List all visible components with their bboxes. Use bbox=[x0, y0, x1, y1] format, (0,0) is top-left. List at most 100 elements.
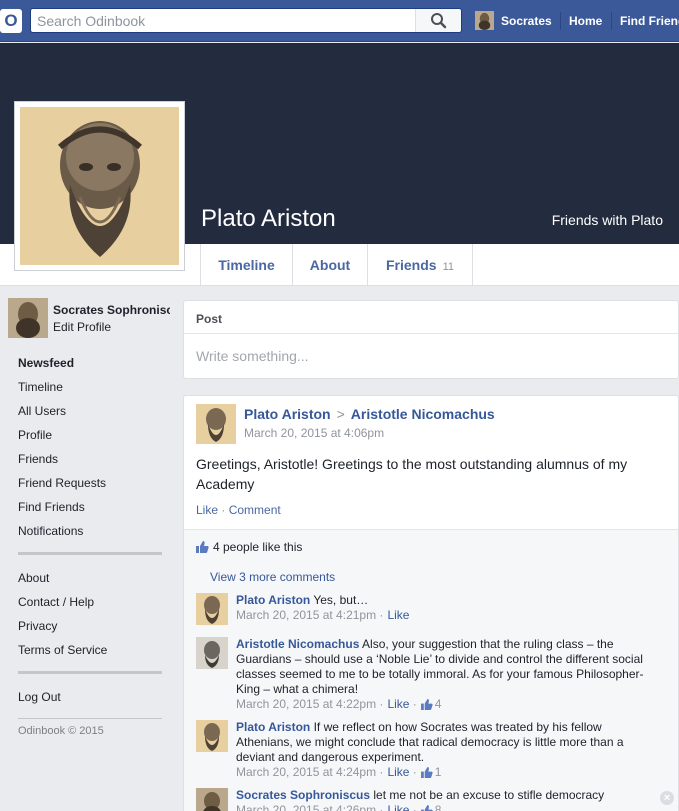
separator: · bbox=[409, 697, 417, 711]
comment-author-link[interactable]: Aristotle Nicomachus bbox=[236, 637, 359, 651]
post-composer: Post Write something... bbox=[183, 300, 679, 379]
aristotle-avatar[interactable] bbox=[196, 637, 228, 669]
separator: · bbox=[409, 803, 417, 811]
comment-meta: March 20, 2015 at 4:24pm · Like · 1 bbox=[236, 765, 656, 780]
thumbs-up-icon bbox=[420, 767, 433, 778]
comment: Plato Ariston Yes, but… March 20, 2015 a… bbox=[196, 593, 656, 625]
sidebar-item-friends[interactable]: Friends bbox=[18, 452, 58, 466]
thumbs-up-icon bbox=[420, 699, 433, 710]
divider bbox=[560, 12, 561, 30]
sidebar-item-timeline[interactable]: Timeline bbox=[18, 380, 63, 394]
like-button[interactable]: Like bbox=[196, 503, 218, 517]
divider bbox=[611, 12, 612, 30]
comment-button[interactable]: Comment bbox=[229, 503, 281, 517]
comment-author-link[interactable]: Plato Ariston bbox=[236, 593, 310, 607]
sidebar-item-find-friends[interactable]: Find Friends bbox=[18, 500, 85, 514]
find-friends-link[interactable]: Find Friends bbox=[620, 14, 679, 28]
comment-like-count[interactable]: 1 bbox=[435, 765, 442, 780]
thumbs-up-icon bbox=[196, 541, 209, 553]
odinbook-logo[interactable]: O bbox=[0, 9, 22, 33]
profile-picture[interactable] bbox=[14, 101, 185, 271]
friends-with-status: Friends with Plato bbox=[551, 212, 663, 228]
close-icon[interactable]: × bbox=[660, 791, 674, 805]
tab-friends[interactable]: Friends 11 bbox=[368, 244, 473, 286]
comment-like-button[interactable]: Like bbox=[387, 803, 409, 811]
story-recipient-link[interactable]: Aristotle Nicomachus bbox=[351, 406, 495, 422]
separator: · bbox=[376, 765, 384, 779]
comment-like-button[interactable]: Like bbox=[387, 697, 409, 712]
sidebar-divider bbox=[18, 718, 162, 719]
friends-count: 11 bbox=[442, 261, 454, 273]
search-button[interactable] bbox=[415, 9, 461, 32]
separator: · bbox=[221, 503, 229, 517]
sidebar-item-notifications[interactable]: Notifications bbox=[18, 524, 83, 538]
sidebar-item-privacy[interactable]: Privacy bbox=[18, 619, 57, 633]
top-user-link[interactable]: Socrates bbox=[475, 11, 552, 30]
sidebar-item-terms[interactable]: Terms of Service bbox=[18, 643, 107, 657]
sidebar-item-friend-requests[interactable]: Friend Requests bbox=[18, 476, 106, 490]
comment-timestamp[interactable]: March 20, 2015 at 4:21pm bbox=[236, 608, 376, 623]
sidebar-item-newsfeed[interactable]: Newsfeed bbox=[18, 356, 74, 370]
sidebar-item-all-users[interactable]: All Users bbox=[18, 404, 66, 418]
comment-timestamp[interactable]: March 20, 2015 at 4:26pm bbox=[236, 803, 376, 811]
plato-avatar[interactable] bbox=[196, 593, 228, 625]
tab-timeline[interactable]: Timeline bbox=[201, 244, 293, 286]
tab-friends-label: Friends bbox=[386, 257, 437, 273]
comment-like-count[interactable]: 8 bbox=[435, 803, 442, 811]
sidebar-user[interactable]: Socrates Sophroniscus Edit Profile bbox=[8, 298, 170, 338]
story-actions: Like · Comment bbox=[196, 503, 281, 517]
story-header: Plato Ariston > Aristotle Nicomachus bbox=[244, 406, 495, 422]
sidebar-item-profile[interactable]: Profile bbox=[18, 428, 52, 442]
story-author-link[interactable]: Plato Ariston bbox=[244, 406, 331, 422]
plato-avatar[interactable] bbox=[196, 404, 236, 444]
comment-meta: March 20, 2015 at 4:22pm · Like · 4 bbox=[236, 697, 656, 712]
home-link[interactable]: Home bbox=[569, 14, 602, 28]
copyright-text: Odinbook © 2015 bbox=[18, 725, 104, 737]
thumbs-up-icon bbox=[420, 805, 433, 811]
comment-author-link[interactable]: Socrates Sophroniscus bbox=[236, 788, 370, 802]
arrow-icon: > bbox=[336, 406, 345, 422]
plato-avatar[interactable] bbox=[196, 720, 228, 752]
comment-meta: March 20, 2015 at 4:21pm · Like bbox=[236, 608, 656, 623]
comment: Aristotle Nicomachus Also, your suggesti… bbox=[196, 637, 656, 712]
plato-bust-image bbox=[20, 107, 179, 265]
sidebar-item-contact-help[interactable]: Contact / Help bbox=[18, 595, 94, 609]
separator: · bbox=[376, 803, 384, 811]
search-input[interactable] bbox=[31, 9, 417, 32]
story-timestamp[interactable]: March 20, 2015 at 4:06pm bbox=[244, 426, 384, 440]
story-text: Greetings, Aristotle! Greetings to the m… bbox=[196, 456, 628, 492]
tab-timeline-label: Timeline bbox=[218, 257, 275, 273]
comment-timestamp[interactable]: March 20, 2015 at 4:24pm bbox=[236, 765, 376, 780]
tab-spacer bbox=[185, 244, 201, 286]
sidebar-divider bbox=[18, 552, 162, 555]
tab-about-label: About bbox=[309, 257, 351, 273]
comment: Plato Ariston If we reflect on how Socra… bbox=[196, 720, 656, 780]
top-user-name: Socrates bbox=[501, 13, 552, 28]
comment-text: Yes, but… bbox=[313, 593, 369, 607]
top-navbar: O Socrates Home Find Friends bbox=[0, 0, 679, 42]
separator: · bbox=[376, 697, 384, 711]
post-composer-title: Post bbox=[184, 301, 678, 334]
comment-like-button[interactable]: Like bbox=[387, 765, 409, 780]
comment: Socrates Sophroniscus let me not be an e… bbox=[196, 788, 656, 811]
sidebar-item-about[interactable]: About bbox=[18, 571, 49, 585]
view-more-comments-link[interactable]: View 3 more comments bbox=[210, 570, 335, 584]
comment-author-link[interactable]: Plato Ariston bbox=[236, 720, 310, 734]
comments-section: 4 people like this View 3 more comments … bbox=[184, 529, 678, 811]
likes-summary[interactable]: 4 people like this bbox=[196, 540, 302, 554]
edit-profile-link[interactable]: Edit Profile bbox=[53, 320, 170, 334]
comment-like-button[interactable]: Like bbox=[387, 608, 409, 623]
tab-about[interactable]: About bbox=[293, 244, 368, 286]
post-input[interactable]: Write something... bbox=[184, 334, 678, 364]
sidebar-divider bbox=[18, 671, 162, 674]
search-bar bbox=[30, 8, 462, 33]
likes-count-text: 4 people like this bbox=[213, 540, 303, 554]
comment-timestamp[interactable]: March 20, 2015 at 4:22pm bbox=[236, 697, 376, 712]
separator: · bbox=[376, 608, 384, 622]
socrates-avatar bbox=[475, 11, 494, 30]
socrates-avatar[interactable] bbox=[196, 788, 228, 811]
comment-like-count[interactable]: 4 bbox=[435, 697, 442, 712]
log-out-link[interactable]: Log Out bbox=[18, 690, 61, 704]
separator: · bbox=[409, 765, 417, 779]
sidebar-user-name[interactable]: Socrates Sophroniscus bbox=[53, 303, 170, 317]
